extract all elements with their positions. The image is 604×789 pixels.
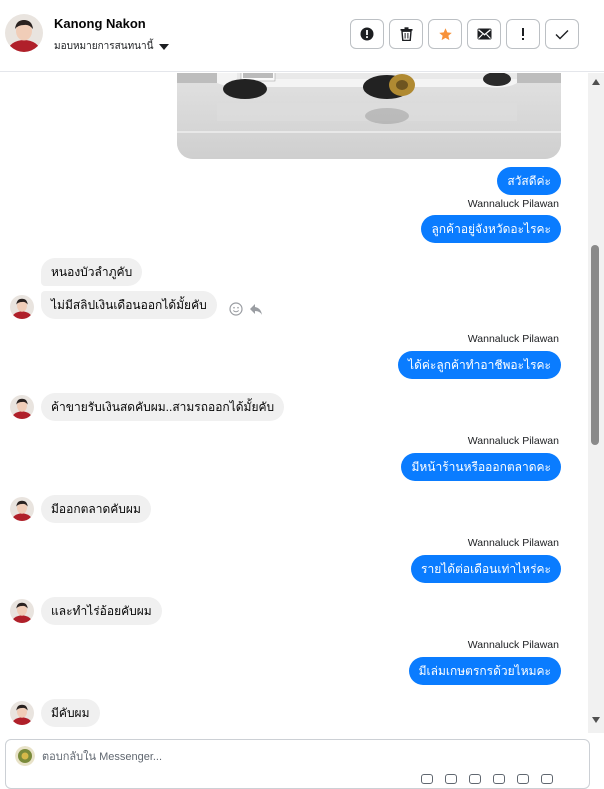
incoming-message[interactable]: ไม่มีสลิปเงินเดือนออกได้มั้ยคับ: [41, 291, 217, 319]
mark-unread-button[interactable]: [467, 19, 501, 49]
incoming-message[interactable]: หนองบัวลำภูคับ: [41, 258, 143, 286]
assign-conversation-dropdown[interactable]: มอบหมายการสนทนานี้: [54, 39, 170, 54]
star-icon: [438, 27, 452, 40]
outgoing-message[interactable]: รายได้ต่อเดือนเท่าไหร่คะ: [411, 555, 561, 583]
thread-scrollbar[interactable]: [588, 73, 604, 733]
assign-label: มอบหมายการสนทนานี้: [54, 41, 154, 52]
star-button[interactable]: [428, 19, 462, 49]
message-thread: สวัสดีค่ะ Wannaluck Pilawan ลูกค้าอยู่จั…: [0, 73, 588, 733]
exclamation-icon: [522, 28, 524, 40]
message-actions: [229, 302, 263, 316]
reply-icon[interactable]: [249, 303, 263, 316]
attachment-icon[interactable]: [421, 774, 433, 784]
scroll-up-arrow-icon[interactable]: [592, 79, 600, 85]
mark-done-button[interactable]: [545, 19, 579, 49]
scroll-down-arrow-icon[interactable]: [592, 717, 600, 723]
outgoing-message[interactable]: มีเล่มเกษตรกรด้วยไหมคะ: [408, 657, 561, 685]
conversation-header: Kanong Nakon มอบหมายการสนทนานี้: [0, 0, 604, 72]
incoming-message[interactable]: ค้าขายรับเงินสดคับผม..สามรถออกได้มั้ยคับ: [41, 393, 285, 421]
sender-name: Wannaluck Pilawan: [467, 537, 559, 549]
follow-up-button[interactable]: [506, 19, 540, 49]
trash-icon: [400, 27, 412, 41]
smiley-icon[interactable]: [229, 302, 243, 316]
sender-name: Wannaluck Pilawan: [467, 333, 559, 345]
outgoing-message[interactable]: มีหน้าร้านหรือออกตลาดคะ: [401, 453, 561, 481]
header-actions: [350, 19, 579, 49]
incoming-message[interactable]: มีคับผม: [41, 699, 100, 727]
sender-name: Wannaluck Pilawan: [467, 198, 559, 210]
outgoing-message[interactable]: สวัสดีค่ะ: [497, 167, 561, 195]
incoming-message[interactable]: และทำไร่อ้อยคับผม: [41, 597, 162, 625]
outgoing-message[interactable]: ได้ค่ะลูกค้าทำอาชีพอะไรคะ: [398, 351, 561, 379]
outgoing-message[interactable]: ลูกค้าอยู่จังหวัดอะไรคะ: [421, 215, 561, 243]
more-icon[interactable]: [541, 774, 553, 784]
mark-spam-button[interactable]: [350, 19, 384, 49]
composer-toolbar: [421, 774, 553, 784]
caret-down-icon: [159, 43, 170, 50]
avatar[interactable]: [5, 14, 43, 52]
gif-icon[interactable]: [493, 774, 505, 784]
saved-reply-icon[interactable]: [517, 774, 529, 784]
car-photo-attachment[interactable]: [177, 73, 561, 159]
emoji-icon[interactable]: [445, 774, 457, 784]
mail-icon: [477, 28, 491, 40]
avatar: [10, 295, 34, 319]
scroll-thumb[interactable]: [591, 245, 599, 445]
image-icon[interactable]: [469, 774, 481, 784]
avatar: [10, 395, 34, 419]
alert-circle-icon: [360, 27, 374, 41]
avatar: [10, 599, 34, 623]
sender-name: Wannaluck Pilawan: [467, 435, 559, 447]
incoming-message[interactable]: มีออกตลาดคับผม: [41, 495, 151, 523]
avatar: [10, 497, 34, 521]
contact-name[interactable]: Kanong Nakon: [54, 16, 146, 31]
page-avatar: [15, 746, 35, 766]
check-icon: [555, 29, 569, 39]
delete-button[interactable]: [389, 19, 423, 49]
sender-name: Wannaluck Pilawan: [467, 639, 559, 651]
reply-input[interactable]: [42, 746, 542, 768]
avatar: [10, 701, 34, 725]
reply-composer: [5, 739, 590, 789]
